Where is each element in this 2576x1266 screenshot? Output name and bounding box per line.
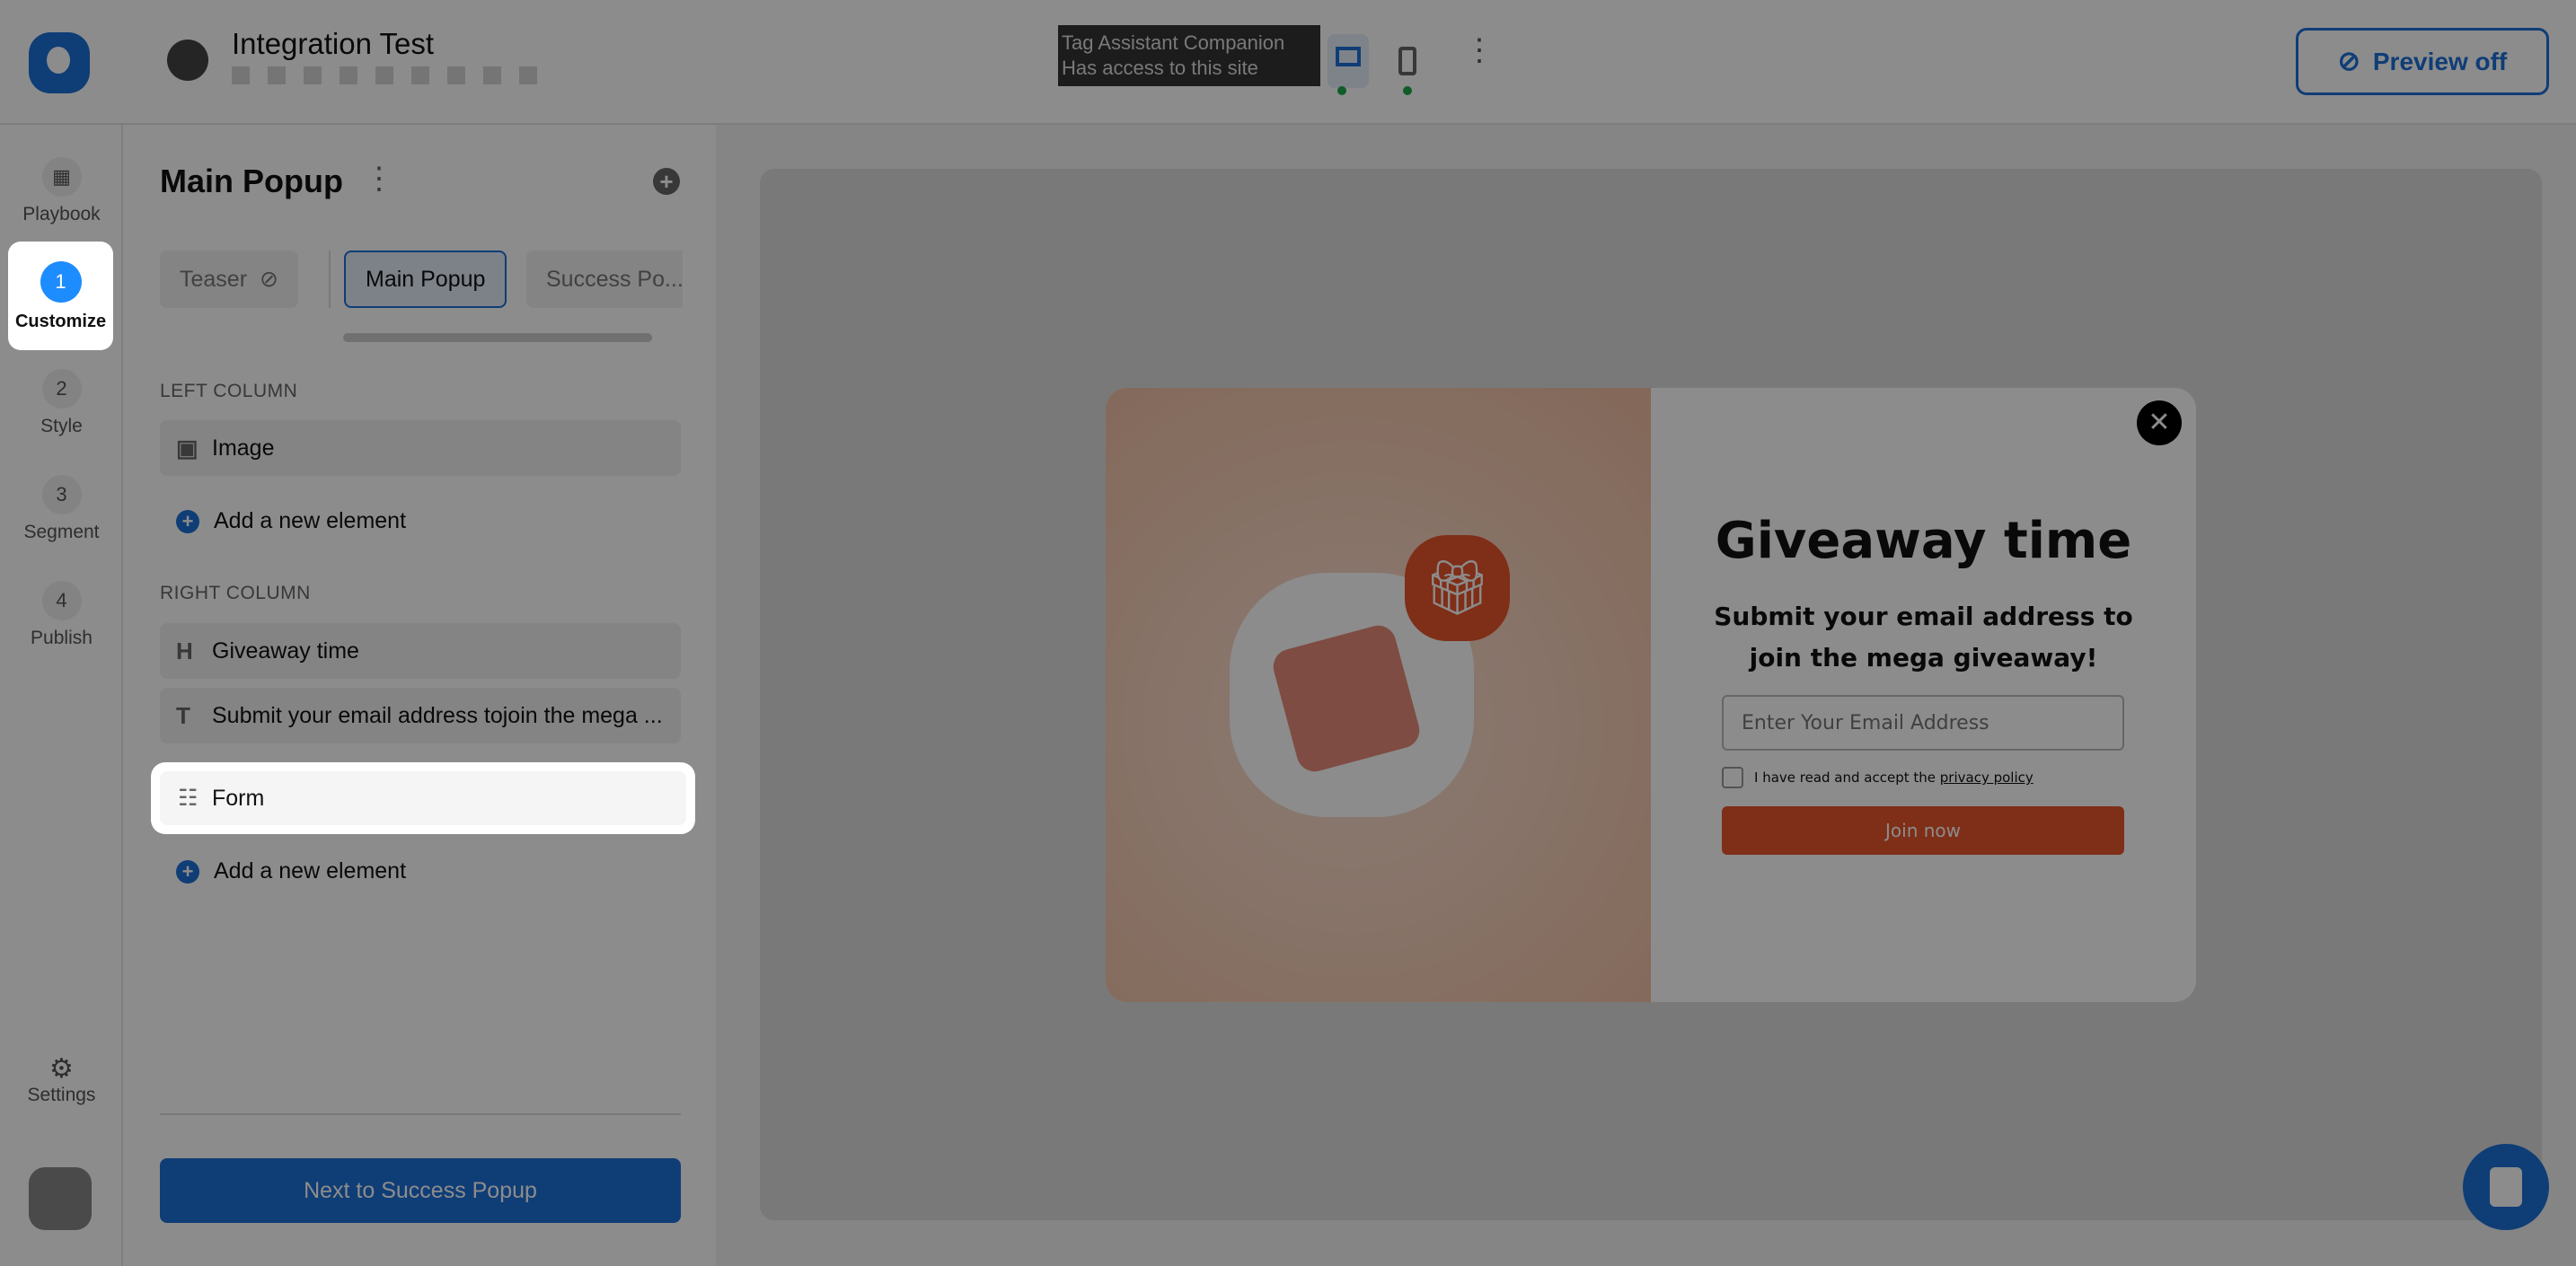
- email-input[interactable]: [1722, 695, 2124, 751]
- add-element-right[interactable]: + Add a new element: [176, 858, 406, 884]
- join-button[interactable]: Join now: [1722, 806, 2124, 855]
- briefcase-icon[interactable]: [29, 1167, 92, 1230]
- next-button[interactable]: Next to Success Popup: [160, 1158, 681, 1223]
- nav-style[interactable]: 2 Style: [0, 369, 123, 437]
- chat-icon: [2490, 1167, 2522, 1207]
- laptop-icon: [1336, 47, 1361, 66]
- globe-icon: [167, 40, 208, 81]
- gift-box: [1269, 621, 1424, 776]
- plus-icon: +: [176, 509, 199, 533]
- divider: [329, 251, 331, 308]
- popup-preview: 🎁︎ ✕ Giveaway time Submit your email add…: [1106, 388, 2196, 1002]
- add-element-left[interactable]: + Add a new element: [176, 508, 406, 534]
- close-icon[interactable]: ✕: [2137, 400, 2182, 445]
- tab-success-popup[interactable]: Success Po...: [526, 251, 683, 308]
- app-logo[interactable]: [29, 32, 90, 93]
- tabs-scrollbar[interactable]: [343, 333, 652, 342]
- plus-icon: +: [176, 859, 199, 884]
- section-label: RIGHT COLUMN: [160, 583, 311, 603]
- eye-off-icon: ⊘: [2337, 47, 2360, 76]
- element-image[interactable]: ▣ Image: [160, 420, 681, 476]
- text-icon: T: [176, 701, 190, 729]
- section-label: LEFT COLUMN: [160, 381, 298, 401]
- desktop-view-button[interactable]: [1328, 34, 1369, 88]
- element-heading[interactable]: H Giveaway time: [160, 623, 681, 679]
- popup-heading: Giveaway time: [1715, 512, 2132, 570]
- popup-image: 🎁︎: [1106, 388, 1651, 1002]
- tooltip: Tag Assistant Companion Has access to thi…: [1058, 25, 1320, 86]
- image-icon: ▣: [176, 434, 198, 462]
- more-vertical-icon[interactable]: ⋮: [364, 161, 394, 197]
- tab-main-popup[interactable]: Main Popup: [344, 251, 507, 308]
- status-dot: [1403, 86, 1412, 95]
- consent-label: I have read and accept the privacy polic…: [1754, 769, 2033, 786]
- highlight-form: ☷ Form: [151, 762, 695, 834]
- gift-icon: 🎁︎: [1405, 535, 1510, 641]
- element-form[interactable]: ☷ Form: [160, 771, 686, 825]
- preview-toggle-button[interactable]: ⊘ Preview off: [2296, 28, 2549, 95]
- nav-settings[interactable]: ⚙ Settings: [0, 1053, 123, 1106]
- tab-teaser[interactable]: Teaser ⊘: [160, 251, 298, 308]
- nav-segment[interactable]: 3 Segment: [0, 475, 123, 543]
- grid-icon: ▦: [41, 157, 82, 197]
- eye-off-icon: ⊘: [260, 267, 278, 292]
- form-icon: ☷: [178, 786, 198, 811]
- top-bar: Integration Test ⋮ Tag Assistant Compani…: [0, 0, 2576, 125]
- status-dot: [1337, 86, 1346, 95]
- nav-customize[interactable]: 1 Customize: [8, 242, 113, 350]
- site-title: Integration Test: [232, 27, 435, 60]
- heading-icon: H: [176, 637, 193, 664]
- more-vertical-icon[interactable]: ⋮: [1464, 35, 1495, 66]
- panel-title: Main Popup: [160, 163, 343, 199]
- privacy-policy-link[interactable]: privacy policy: [1940, 769, 2033, 786]
- consent-checkbox[interactable]: [1722, 767, 1743, 788]
- nav-playbook[interactable]: ▦ Playbook: [0, 157, 123, 225]
- divider: [160, 1113, 681, 1115]
- element-text[interactable]: T Submit your email address tojoin the me…: [160, 688, 681, 743]
- add-step-button[interactable]: +: [653, 168, 680, 195]
- gear-icon: ⚙: [49, 1054, 74, 1084]
- blurred-url: [232, 66, 555, 84]
- nav-publish[interactable]: 4 Publish: [0, 581, 123, 649]
- popup-subheading: Submit your email address to join the meg…: [1714, 602, 2133, 673]
- mobile-view-button[interactable]: [1398, 47, 1416, 75]
- chat-widget-button[interactable]: [2463, 1144, 2549, 1230]
